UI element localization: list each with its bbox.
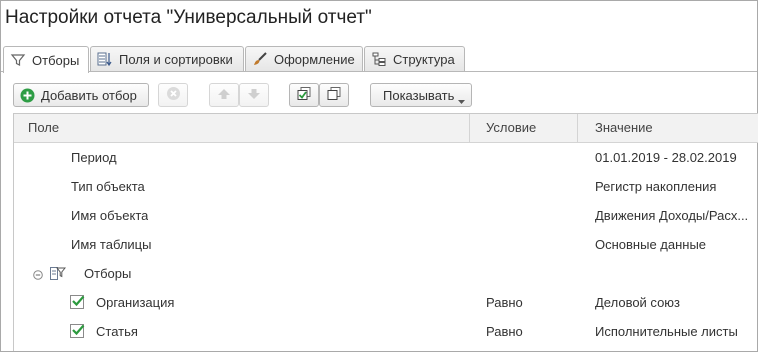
row-field: Период — [71, 150, 117, 165]
check-all-button[interactable] — [289, 83, 319, 107]
add-filter-button[interactable]: Добавить отбор — [13, 83, 149, 107]
table-row[interactable]: Имя таблицы Основные данные — [14, 230, 758, 259]
row-value: Основные данные — [595, 237, 707, 252]
row-value: Движения Доходы/Расх... — [595, 208, 749, 223]
filter-group-icon — [49, 265, 67, 285]
column-header-field[interactable]: Поле — [14, 114, 470, 142]
fields-sort-icon — [97, 51, 113, 67]
show-dropdown-label: Показывать — [383, 87, 455, 103]
row-value: 01.01.2019 - 28.02.2019 — [595, 150, 737, 165]
tab-structure-label: Структура — [393, 51, 455, 67]
brush-icon — [252, 51, 268, 67]
move-down-button[interactable] — [239, 83, 269, 107]
row-value: Деловой союз — [595, 295, 681, 310]
group-row-filters[interactable]: Отборы — [14, 259, 758, 288]
table-row[interactable]: Статья Равно Исполнительные листы — [14, 317, 758, 346]
add-filter-label: Добавить отбор — [41, 87, 137, 103]
delete-button[interactable] — [158, 83, 188, 107]
row-checkbox[interactable] — [70, 294, 85, 311]
arrow-up-icon — [217, 87, 231, 104]
structure-icon — [371, 51, 387, 67]
tab-fields-sorting-label: Поля и сортировки — [119, 51, 233, 67]
uncheck-all-button[interactable] — [319, 83, 349, 107]
tab-filters-label: Отборы — [32, 52, 80, 68]
tab-fields-sorting[interactable]: Поля и сортировки — [90, 46, 244, 71]
filters-table: Поле Условие Значение Период 01.01.2019 … — [13, 113, 758, 351]
table-row[interactable]: Организация Равно Деловой союз — [14, 288, 758, 317]
tab-structure[interactable]: Структура — [364, 46, 465, 71]
report-settings-window: Настройки отчета "Универсальный отчет" О… — [0, 0, 758, 352]
table-row[interactable]: Имя объекта Движения Доходы/Расх... — [14, 201, 758, 230]
column-header-value[interactable]: Значение — [578, 114, 758, 142]
arrow-down-icon — [247, 87, 261, 104]
table-row[interactable]: Период 01.01.2019 - 28.02.2019 — [14, 143, 758, 172]
row-checkbox[interactable] — [70, 323, 85, 340]
show-dropdown-button[interactable]: Показывать — [370, 83, 472, 107]
move-up-button[interactable] — [209, 83, 239, 107]
row-field: Имя таблицы — [71, 237, 152, 252]
tab-filters[interactable]: Отборы — [3, 46, 89, 73]
delete-icon — [166, 86, 181, 104]
tab-divider — [1, 71, 757, 72]
check-all-icon — [296, 86, 312, 105]
tab-appearance[interactable]: Оформление — [245, 46, 363, 71]
collapse-icon[interactable] — [33, 268, 43, 283]
tab-appearance-label: Оформление — [274, 51, 355, 67]
check-icon — [71, 294, 85, 311]
row-field: Имя объекта — [71, 208, 149, 223]
row-condition: Равно — [486, 295, 523, 310]
row-field: Отборы — [84, 266, 132, 281]
row-value: Регистр накопления — [595, 179, 717, 194]
add-icon — [20, 88, 35, 103]
row-value: Исполнительные листы — [595, 324, 738, 339]
table-header: Поле Условие Значение — [14, 113, 758, 143]
column-header-condition[interactable]: Условие — [470, 114, 578, 142]
row-field: Тип объекта — [71, 179, 145, 194]
table-row[interactable]: Тип объекта Регистр накопления — [14, 172, 758, 201]
check-icon — [71, 323, 85, 340]
row-field: Организация — [96, 295, 175, 310]
row-condition: Равно — [486, 324, 523, 339]
uncheck-all-icon — [326, 86, 342, 105]
chevron-down-icon — [458, 93, 465, 108]
filter-icon — [10, 52, 26, 68]
row-field: Статья — [96, 324, 138, 339]
window-title: Настройки отчета "Универсальный отчет" — [5, 7, 372, 28]
